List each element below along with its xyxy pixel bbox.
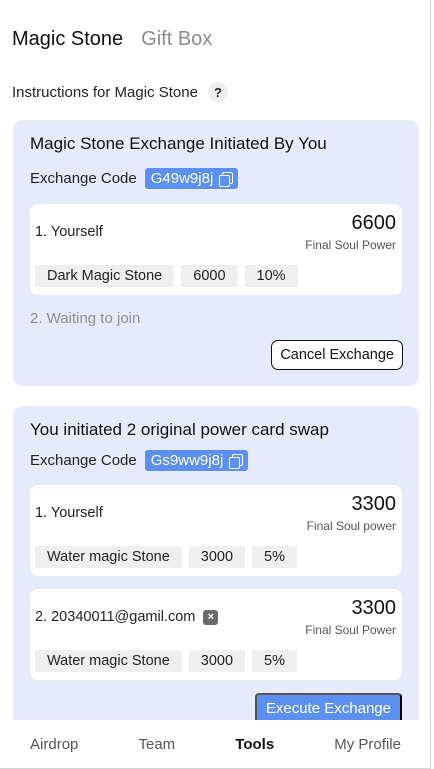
player-stone-tags: Water magic Stone 3000 5% [35,650,297,672]
final-soul-power-label: Final Soul Power [305,238,396,252]
instructions-row: Instructions for Magic Stone ? [12,82,228,102]
stone-type-tag: Water magic Stone [35,546,182,568]
stone-percent-tag: 10% [244,265,298,287]
bottom-nav: Airdrop Team Tools My Profile [0,720,430,768]
top-tabs: Magic Stone Gift Box [12,28,212,51]
copy-icon[interactable] [229,453,244,469]
exchange-code-chip[interactable]: Gs9ww9j8j [144,450,249,471]
exchange-code-value: G49w9j8j [150,170,214,187]
nav-item-my-profile[interactable]: My Profile [334,736,401,753]
final-soul-power-label: Final Soul power [306,519,396,533]
stone-amount-tag: 3000 [188,546,246,568]
waiting-to-join: 2. Waiting to join [30,310,141,327]
stone-percent-tag: 5% [252,650,297,672]
player-name-label: 2. 20340011@gamil.com [35,609,196,625]
nav-item-tools[interactable]: Tools [235,736,274,753]
exchange-code-label: Exchange Code [30,170,137,187]
help-icon[interactable]: ? [207,82,228,102]
player-stone-tags: Water magic Stone 3000 5% [35,546,297,568]
app-frame: Magic Stone Gift Box Instructions for Ma… [0,0,431,769]
nav-item-airdrop[interactable]: Airdrop [30,736,78,753]
cancel-exchange-button[interactable]: Cancel Exchange [271,340,403,370]
exchange-code-row: Exchange Code G49w9j8j [30,168,239,189]
exchange-card-2: You initiated 2 original power card swap… [13,406,419,736]
stone-amount-tag: 3000 [188,650,246,672]
exchange-card-title: Magic Stone Exchange Initiated By You [30,134,327,153]
stone-type-tag: Water magic Stone [35,650,182,672]
exchange-code-value: Gs9ww9j8j [150,452,224,469]
remove-player-icon[interactable]: × [203,609,219,625]
exchange-card-title: You initiated 2 original power card swap [30,420,329,439]
player-name-label: 1. Yourself [35,505,103,521]
player-name: 2. 20340011@gamil.com × [35,609,219,625]
final-soul-power-label: Final Soul Power [305,623,396,637]
nav-item-team[interactable]: Team [139,736,176,753]
player-stone-tags: Dark Magic Stone 6000 10% [35,265,298,287]
final-soul-power-value: 3300 [351,597,397,619]
player-name: 1. Yourself [35,224,103,240]
tab-gift-box[interactable]: Gift Box [141,28,212,51]
instructions-label: Instructions for Magic Stone [12,83,198,101]
player-card: 1. Yourself 6600 Final Soul Power Dark M… [30,204,402,295]
tab-magic-stone[interactable]: Magic Stone [12,28,123,51]
stone-percent-tag: 5% [252,546,297,568]
player-card: 1. Yourself 3300 Final Soul power Water … [30,485,402,576]
exchange-code-chip[interactable]: G49w9j8j [144,168,239,189]
copy-icon[interactable] [219,171,234,187]
exchange-code-label: Exchange Code [30,452,137,469]
player-name: 1. Yourself [35,505,103,521]
player-name-label: 1. Yourself [35,224,103,240]
exchange-card-1: Magic Stone Exchange Initiated By You Ex… [13,120,419,386]
final-soul-power-value: 3300 [351,493,397,515]
exchange-code-row: Exchange Code Gs9ww9j8j [30,450,249,471]
final-soul-power-value: 6600 [351,212,397,234]
stone-amount-tag: 6000 [181,265,238,287]
stone-type-tag: Dark Magic Stone [35,265,175,287]
player-card: 2. 20340011@gamil.com × 3300 Final Soul … [30,589,402,680]
